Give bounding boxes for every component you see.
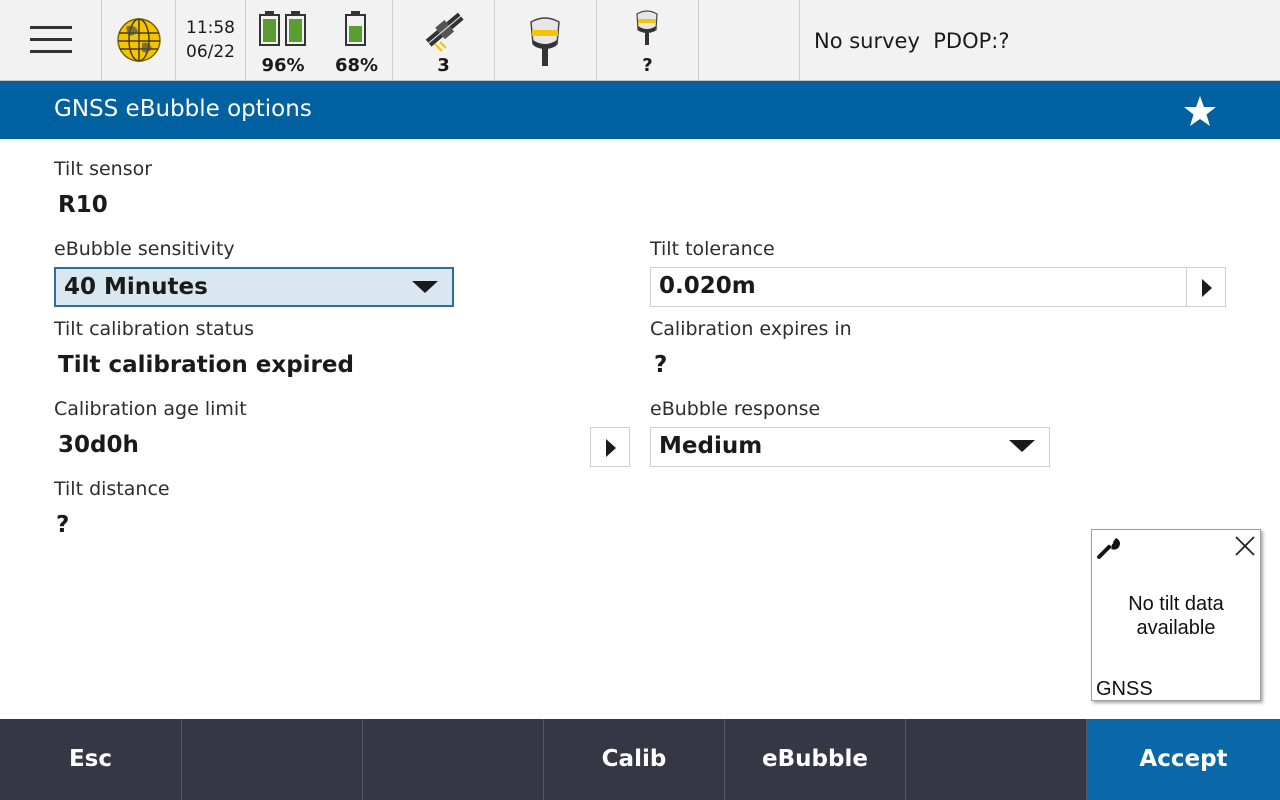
survey-status-text: No survey PDOP:? bbox=[814, 29, 1010, 53]
page-title: GNSS eBubble options bbox=[54, 96, 312, 122]
softkey-6[interactable] bbox=[906, 719, 1087, 800]
ebubble-window[interactable]: No tilt data available GNSS bbox=[1091, 529, 1261, 701]
tilt-calibration-status-label: Tilt calibration status bbox=[54, 318, 255, 340]
chevron-down-icon bbox=[1009, 440, 1035, 452]
ebubble-button[interactable]: eBubble bbox=[725, 719, 906, 800]
coordinate-system-button[interactable] bbox=[102, 0, 176, 80]
status-empty-slot bbox=[699, 0, 800, 80]
tilt-tolerance-popup-button[interactable] bbox=[1186, 267, 1226, 307]
tilt-tolerance-label: Tilt tolerance bbox=[650, 238, 775, 260]
close-icon[interactable] bbox=[1235, 536, 1255, 556]
softkey-3[interactable] bbox=[363, 719, 544, 800]
tilt-tolerance-value: 0.020m bbox=[659, 273, 756, 299]
ebubble-sensitivity-value: 40 Minutes bbox=[64, 274, 208, 300]
battery-status[interactable]: 96% 68% bbox=[246, 0, 393, 80]
ebubble-response-dropdown[interactable]: Medium bbox=[650, 427, 1050, 467]
clock: 11:58 06/22 bbox=[176, 0, 246, 80]
popup-message-line1: No tilt data bbox=[1128, 593, 1224, 615]
battery-icon bbox=[345, 11, 366, 46]
accept-button[interactable]: Accept bbox=[1087, 719, 1280, 800]
menu-button[interactable] bbox=[0, 0, 102, 80]
star-icon[interactable] bbox=[1183, 94, 1217, 128]
satellite-count: 3 bbox=[437, 55, 450, 76]
satellites-status[interactable]: 3 bbox=[393, 0, 495, 80]
tilt-receiver-status[interactable]: ? bbox=[597, 0, 699, 80]
calibration-age-limit-label: Calibration age limit bbox=[54, 398, 247, 420]
calibration-age-limit-value[interactable]: 30d0h bbox=[58, 432, 139, 458]
softkey-bar: Esc Calib eBubble Accept bbox=[0, 719, 1280, 800]
tilt-tolerance-field[interactable]: 0.020m bbox=[650, 267, 1188, 307]
tilt-distance-value: ? bbox=[56, 512, 70, 538]
calibration-expires-value: ? bbox=[654, 352, 668, 378]
popup-message-line2: available bbox=[1136, 617, 1216, 639]
esc-button[interactable]: Esc bbox=[0, 719, 182, 800]
play-arrow-icon bbox=[1202, 279, 1212, 297]
receiver-2-label: ? bbox=[642, 55, 653, 76]
date-text: 06/22 bbox=[186, 42, 235, 62]
ebubble-response-label: eBubble response bbox=[650, 398, 821, 420]
softkey-2[interactable] bbox=[182, 719, 363, 800]
battery-icon bbox=[259, 11, 306, 46]
play-arrow-icon bbox=[606, 439, 616, 457]
ebubble-sensitivity-dropdown[interactable]: 40 Minutes bbox=[54, 267, 454, 307]
calibration-expires-label: Calibration expires in bbox=[650, 318, 852, 340]
gnss-receiver-icon bbox=[636, 10, 658, 45]
battery-1-level: 96% bbox=[261, 55, 305, 76]
popup-footer: GNSS bbox=[1096, 678, 1153, 700]
satellite-icon bbox=[425, 12, 464, 52]
tilt-calibration-status-value: Tilt calibration expired bbox=[58, 352, 354, 378]
survey-status[interactable]: No survey PDOP:? bbox=[800, 0, 1280, 80]
globe-icon bbox=[117, 18, 161, 62]
chevron-down-icon bbox=[412, 281, 438, 293]
status-bar: 11:58 06/22 96% 68% 3 ? No survey PDOP:? bbox=[0, 0, 1280, 81]
ebubble-sensitivity-label: eBubble sensitivity bbox=[54, 238, 235, 260]
menu-icon[interactable] bbox=[30, 26, 72, 54]
ebubble-response-value: Medium bbox=[659, 433, 763, 459]
tilt-sensor-value: R10 bbox=[58, 192, 108, 218]
battery-2-level: 68% bbox=[334, 55, 379, 76]
popup-message: No tilt data available bbox=[1092, 592, 1260, 640]
calib-button[interactable]: Calib bbox=[544, 719, 725, 800]
wrench-icon[interactable] bbox=[1096, 534, 1122, 560]
title-bar: GNSS eBubble options bbox=[0, 81, 1280, 139]
gnss-receiver-status[interactable] bbox=[495, 0, 597, 80]
tilt-sensor-label: Tilt sensor bbox=[54, 158, 153, 180]
gnss-receiver-icon bbox=[530, 17, 560, 66]
tilt-distance-label: Tilt distance bbox=[54, 478, 170, 500]
calibration-age-limit-popup-button[interactable] bbox=[590, 427, 630, 467]
time-text: 11:58 bbox=[186, 18, 235, 38]
